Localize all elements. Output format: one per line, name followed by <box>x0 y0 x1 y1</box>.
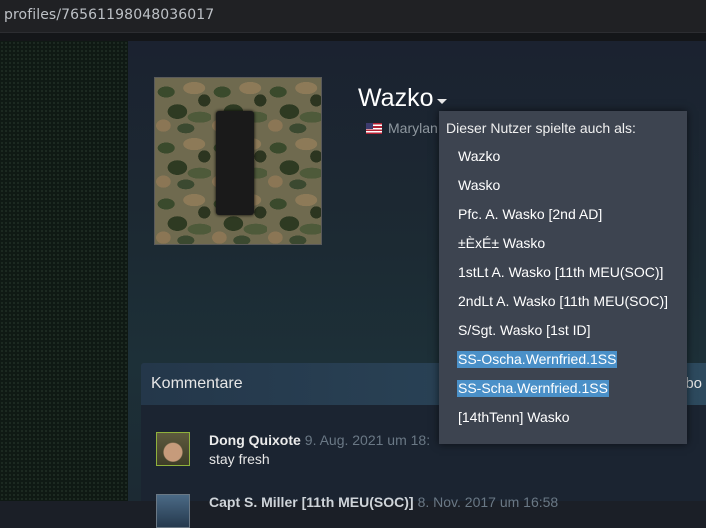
page-background-left <box>0 41 128 501</box>
comment-timestamp: 9. Aug. 2021 um 18: <box>304 432 431 448</box>
profile-location: Marylan <box>366 120 438 136</box>
browser-address-bar[interactable]: profiles/76561198048036017 <box>0 0 706 33</box>
location-text: Marylan <box>388 120 438 136</box>
alias-history-dropdown: Dieser Nutzer spielte auch als: Wazko Wa… <box>439 111 687 444</box>
alias-item[interactable]: Wasko <box>458 177 500 194</box>
us-flag-icon <box>366 123 382 134</box>
commenter-avatar[interactable] <box>156 432 190 466</box>
alias-item[interactable]: ±ÈxÉ± Wasko <box>458 235 545 252</box>
comment-timestamp: 8. Nov. 2017 um 16:58 <box>417 494 559 510</box>
alias-item[interactable]: [14thTenn] Wasko <box>458 409 570 426</box>
comments-title: Kommentare <box>151 375 243 392</box>
comment-author[interactable]: Capt S. Miller [11th MEU(SOC)] <box>209 494 414 510</box>
comment-text: stay fresh <box>209 451 270 467</box>
chevron-down-icon[interactable] <box>437 99 447 104</box>
profile-name[interactable]: Wazko <box>358 84 433 113</box>
rank-insignia-icon <box>216 111 254 215</box>
alias-item[interactable]: S/Sgt. Wasko [1st ID] <box>458 322 591 339</box>
alias-item[interactable]: 1stLt A. Wasko [11th MEU(SOC)] <box>458 264 663 281</box>
comment-author[interactable]: Dong Quixote <box>209 432 301 448</box>
alias-item-selected[interactable]: SS-Oscha.Wernfried.1SS <box>457 351 618 368</box>
alias-item-selected[interactable]: SS-Scha.Wernfried.1SS <box>457 380 609 397</box>
profile-avatar[interactable] <box>154 77 322 245</box>
dropdown-heading: Dieser Nutzer spielte auch als: <box>446 120 636 136</box>
alias-item[interactable]: Wazko <box>458 148 500 165</box>
alias-item[interactable]: 2ndLt A. Wasko [11th MEU(SOC)] <box>458 293 668 310</box>
url-text[interactable]: profiles/76561198048036017 <box>4 7 214 23</box>
browser-divider <box>0 33 706 41</box>
alias-item[interactable]: Pfc. A. Wasko [2nd AD] <box>458 206 602 223</box>
commenter-avatar[interactable] <box>156 494 190 528</box>
